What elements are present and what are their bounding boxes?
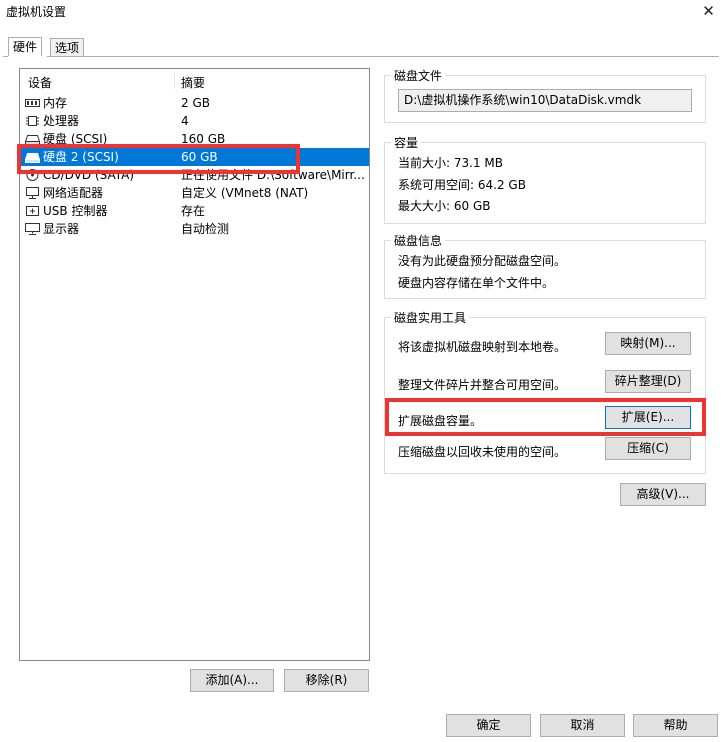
current-size-text: 当前大小: 73.1 MB — [398, 156, 503, 170]
memory-icon — [25, 99, 40, 107]
device-summary: 自定义 (VMnet8 (NAT) — [181, 186, 309, 200]
add-device-button[interactable]: 添加(A)... — [190, 669, 274, 692]
device-row-memory[interactable]: 内存 2 GB — [21, 94, 369, 112]
remove-device-button[interactable]: 移除(R) — [284, 669, 369, 692]
advanced-button[interactable]: 高级(V)... — [620, 483, 706, 506]
disk-file-legend: 磁盘文件 — [394, 69, 443, 83]
defrag-button[interactable]: 碎片整理(D) — [605, 370, 691, 393]
highlight-selected-device — [17, 144, 300, 174]
tab-divider — [3, 56, 719, 57]
device-name: 处理器 — [43, 114, 80, 128]
compact-description: 压缩磁盘以回收未使用的空间。 — [398, 445, 567, 459]
disk-utilities-legend: 磁盘实用工具 — [394, 311, 467, 325]
cpu-icon — [26, 116, 39, 126]
device-row-usb-controller[interactable]: USB 控制器 存在 — [21, 202, 369, 220]
tab-hardware-label: 硬件 — [13, 40, 38, 54]
device-summary: 4 — [181, 114, 189, 128]
capacity-legend: 容量 — [394, 136, 419, 150]
help-button[interactable]: 帮助 — [633, 714, 718, 737]
tab-options[interactable]: 选项 — [50, 38, 85, 56]
device-name: 网络适配器 — [43, 186, 104, 200]
monitor-icon — [25, 223, 40, 235]
highlight-expand-row — [385, 398, 706, 436]
device-name: 内存 — [43, 96, 68, 110]
tab-hardware[interactable]: 硬件 — [8, 37, 43, 57]
tab-options-label: 选项 — [55, 41, 80, 55]
ok-button[interactable]: 确定 — [446, 714, 531, 737]
device-name: 显示器 — [43, 222, 80, 236]
device-summary: 存在 — [181, 204, 206, 218]
device-name: USB 控制器 — [43, 204, 108, 218]
device-row-processor[interactable]: 处理器 4 — [21, 112, 369, 130]
cancel-button[interactable]: 取消 — [540, 714, 625, 737]
close-icon[interactable]: ✕ — [695, 0, 722, 22]
disk-file-path-field[interactable]: D:\虚拟机操作系统\win10\DataDisk.vmdk — [398, 89, 692, 112]
max-size-text: 最大大小: 60 GB — [398, 199, 491, 213]
available-space-text: 系统可用空间: 64.2 GB — [398, 178, 526, 192]
column-header-device[interactable]: 设备 — [28, 74, 52, 91]
disk-info-legend: 磁盘信息 — [394, 234, 443, 248]
map-button[interactable]: 映射(M)... — [605, 332, 691, 355]
column-separator — [174, 73, 175, 89]
device-row-network-adapter[interactable]: 网络适配器 自定义 (VMnet8 (NAT) — [21, 184, 369, 202]
device-summary: 自动检测 — [181, 222, 230, 236]
compact-button[interactable]: 压缩(C) — [605, 437, 691, 460]
window-title: 虚拟机设置 — [6, 5, 67, 19]
device-row-display[interactable]: 显示器 自动检测 — [21, 220, 369, 238]
network-icon — [26, 187, 39, 199]
device-summary: 2 GB — [181, 96, 210, 110]
map-description: 将该虚拟机磁盘映射到本地卷。 — [398, 340, 567, 354]
disk-info-line-1: 没有为此硬盘预分配磁盘空间。 — [398, 254, 567, 268]
tab-joint — [8, 56, 47, 57]
defrag-description: 整理文件碎片并整合可用空间。 — [398, 378, 567, 392]
column-header-summary[interactable]: 摘要 — [181, 74, 205, 91]
disk-info-line-2: 硬盘内容存储在单个文件中。 — [398, 276, 555, 290]
usb-icon — [26, 206, 39, 216]
